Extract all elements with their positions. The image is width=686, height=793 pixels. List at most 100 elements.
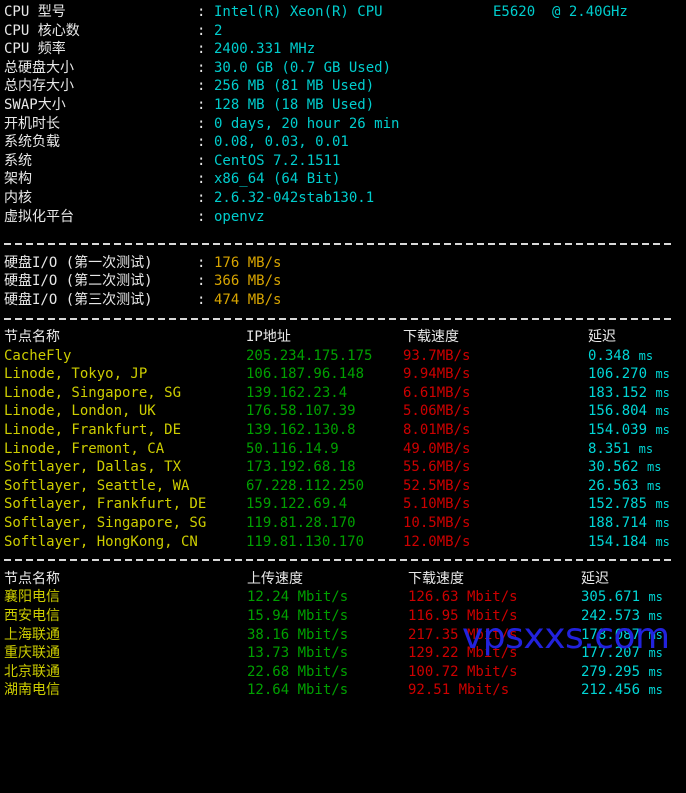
table-row: Softlayer, HongKong, CN 119.81.130.170 1… [4, 533, 686, 552]
system-info-value: 2 [214, 22, 223, 39]
colon: : [197, 189, 206, 206]
system-info-value: 0 days, 20 hour 26 min [214, 115, 400, 132]
latency-value: 183.152 [588, 384, 648, 401]
node-upload: 22.68 Mbit/s [247, 663, 349, 680]
system-info-value: 256 MB (81 MB Used) [214, 78, 375, 95]
system-info-value: 2400.331 MHz [214, 41, 316, 58]
node-download: 9.94MB/s [403, 366, 471, 383]
latency-value: 242.573 [581, 608, 641, 624]
node-name: 西安电信 [4, 608, 60, 624]
node-upload: 38.16 Mbit/s [247, 626, 349, 643]
latency-unit: ms [655, 385, 670, 400]
system-info-row: SWAP大小 : 128 MB (18 MB Used) [4, 96, 686, 115]
latency-unit: ms [647, 460, 662, 475]
separator-line [4, 551, 686, 570]
node-name: Softlayer, Singapore, SG [4, 515, 207, 532]
node-name: Linode, Tokyo, JP [4, 366, 148, 383]
node-name: Linode, Fremont, CA [4, 440, 165, 457]
node-ip: 50.116.14.9 [246, 440, 339, 457]
system-info-label: CPU 型号 [4, 4, 66, 20]
table-row: 北京联通 22.68 Mbit/s 100.72 Mbit/s 279.295 … [4, 663, 686, 682]
system-info-row: CPU 型号 : Intel(R) Xeon(R) CPU E5620 @ 2.… [4, 3, 686, 22]
system-info-label: SWAP大小 [4, 96, 66, 113]
table-row: Softlayer, Frankfurt, DE 159.122.69.4 5.… [4, 495, 686, 514]
system-info-row: 开机时长 : 0 days, 20 hour 26 min [4, 115, 686, 134]
node-ip: 139.162.23.4 [246, 384, 348, 401]
system-info-label: 内核 [4, 189, 32, 206]
terminal-output: CPU 型号 : Intel(R) Xeon(R) CPU E5620 @ 2.… [0, 0, 686, 698]
node-name: Linode, Frankfurt, DE [4, 422, 182, 439]
system-info-label: 总内存大小 [4, 78, 74, 95]
latency-value: 178.087 [581, 626, 641, 643]
colon: : [197, 41, 206, 58]
latency-value: 106.270 [588, 366, 648, 383]
node-latency: 178.087 ms [581, 626, 663, 645]
node-download: 92.51 Mbit/s [408, 682, 510, 699]
latency-unit: ms [648, 627, 663, 642]
node-latency: 0.348 ms [588, 347, 653, 366]
node-ip: 176.58.107.39 [246, 403, 356, 420]
table-header-row: 节点名称 IP地址 下载速度 延迟 [4, 328, 686, 347]
latency-value: 305.671 [581, 589, 641, 606]
table-row: Softlayer, Seattle, WA 67.228.112.250 52… [4, 477, 686, 496]
column-header-upload: 上传速度 [247, 570, 303, 587]
node-download: 49.0MB/s [403, 440, 471, 457]
system-info-label: CPU 核心数 [4, 22, 80, 39]
column-header-latency: 延迟 [588, 329, 616, 346]
latency-unit: ms [655, 516, 670, 531]
system-info-row: 架构 : x86_64 (64 Bit) [4, 170, 686, 189]
speedtest-global-table: 节点名称 IP地址 下载速度 延迟 CacheFly 205.234.175.1… [4, 328, 686, 551]
column-header-ip: IP地址 [246, 329, 291, 346]
node-download: 55.6MB/s [403, 459, 471, 476]
node-name: Softlayer, Frankfurt, DE [4, 496, 207, 513]
node-download: 100.72 Mbit/s [408, 663, 518, 680]
disk-io-row: 硬盘I/O (第二次测试) : 366 MB/s [4, 272, 686, 291]
system-info-value: 30.0 GB (0.7 GB Used) [214, 59, 392, 76]
node-name: 重庆联通 [4, 645, 60, 662]
table-row: Linode, Fremont, CA 50.116.14.9 49.0MB/s… [4, 440, 686, 459]
latency-unit: ms [638, 441, 654, 456]
latency-value: 156.804 [588, 403, 648, 420]
table-row: Softlayer, Dallas, TX 173.192.68.18 55.6… [4, 458, 686, 477]
node-download: 8.01MB/s [403, 422, 471, 439]
system-info-value: 0.08, 0.03, 0.01 [214, 134, 349, 151]
latency-unit: ms [648, 609, 663, 623]
node-download: 93.7MB/s [403, 347, 471, 364]
system-info-row: 内核 : 2.6.32-042stab130.1 [4, 189, 686, 208]
node-download: 126.63 Mbit/s [408, 589, 518, 606]
system-info-value: Intel(R) Xeon(R) CPU [214, 4, 383, 20]
latency-unit: ms [648, 646, 663, 661]
latency-value: 177.207 [581, 645, 641, 662]
system-info-value: x86_64 (64 Bit) [214, 171, 341, 188]
node-latency: 183.152 ms [588, 384, 670, 403]
latency-unit: ms [655, 534, 670, 549]
latency-value: 26.563 [588, 477, 639, 494]
system-info-row: 系统负载 : 0.08, 0.03, 0.01 [4, 133, 686, 152]
latency-value: 188.714 [588, 515, 648, 532]
node-latency: 177.207 ms [581, 644, 663, 663]
system-info-label: 系统负载 [4, 134, 60, 151]
node-latency: 152.785 ms [588, 495, 670, 514]
node-name: 襄阳电信 [4, 589, 60, 606]
disk-io-row: 硬盘I/O (第一次测试) : 176 MB/s [4, 254, 686, 273]
node-upload: 13.73 Mbit/s [247, 645, 349, 662]
node-name: CacheFly [4, 347, 72, 364]
node-download: 10.5MB/s [403, 515, 471, 532]
node-latency: 8.351 ms [588, 440, 653, 459]
colon: : [197, 78, 206, 95]
system-info-label: 开机时长 [4, 115, 60, 132]
table-row: 湖南电信 12.64 Mbit/s 92.51 Mbit/s 212.456 m… [4, 681, 686, 700]
disk-io-label: 硬盘I/O (第三次测试) [4, 291, 153, 308]
node-download: 129.22 Mbit/s [408, 645, 518, 662]
disk-io-value: 474 MB/s [214, 291, 282, 308]
colon: : [197, 208, 206, 225]
colon: : [197, 273, 206, 290]
latency-unit: ms [655, 423, 670, 438]
node-ip: 67.228.112.250 [246, 477, 365, 494]
column-header-download: 下载速度 [408, 570, 464, 587]
node-download: 6.61MB/s [403, 384, 471, 401]
colon: : [197, 171, 206, 188]
latency-value: 0.348 [588, 347, 631, 364]
node-name: Linode, London, UK [4, 403, 156, 420]
